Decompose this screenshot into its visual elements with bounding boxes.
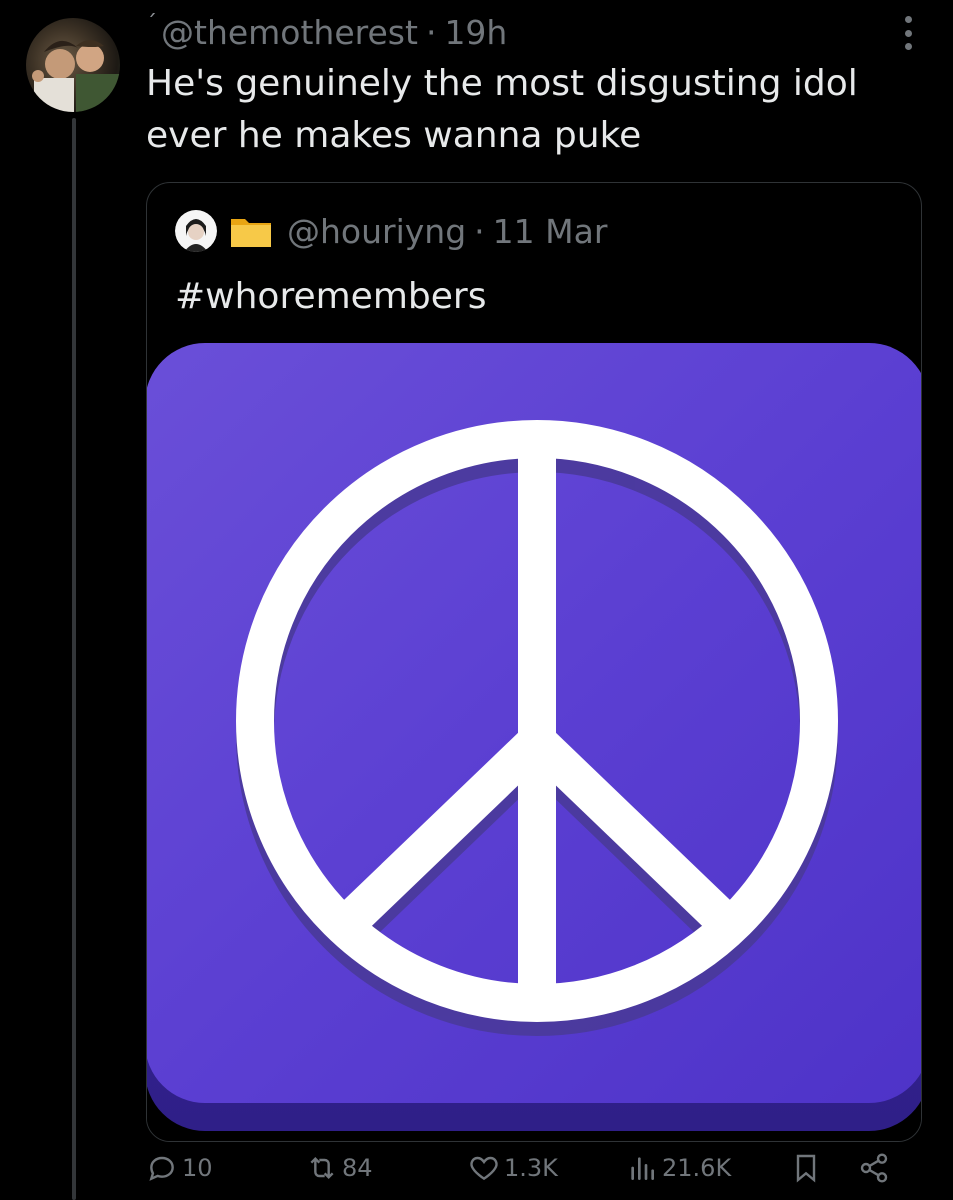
folder-icon xyxy=(231,219,271,247)
heart-icon xyxy=(470,1156,498,1181)
quote-avatar[interactable] xyxy=(175,210,217,252)
tweet-header: ´ @themotherest · 19h xyxy=(146,10,507,54)
verified-mark: ´ xyxy=(146,12,157,37)
reply-button[interactable]: 10 xyxy=(146,1145,213,1191)
separator-dot: · xyxy=(474,211,485,251)
views-icon xyxy=(631,1157,654,1180)
bookmark-button[interactable] xyxy=(790,1145,826,1191)
like-count: 1.3K xyxy=(504,1154,558,1182)
bookmark-icon xyxy=(796,1154,816,1183)
quote-header: @houriyng · 11 Mar xyxy=(175,209,607,253)
quote-date[interactable]: 11 Mar xyxy=(493,212,608,251)
media-image[interactable] xyxy=(147,343,921,1141)
quote-author-handle[interactable]: @houriyng xyxy=(287,212,466,251)
timestamp[interactable]: 19h xyxy=(444,13,507,52)
thread-line xyxy=(72,118,76,1200)
like-button[interactable]: 1.3K xyxy=(468,1145,558,1191)
avatar[interactable] xyxy=(26,18,120,112)
views-button[interactable]: 21.6K xyxy=(626,1145,731,1191)
author-handle[interactable]: @themotherest xyxy=(161,13,418,52)
repost-button[interactable]: 84 xyxy=(306,1145,373,1191)
tweet-text: He's genuinely the most disgusting idol … xyxy=(146,63,858,156)
more-vertical-icon[interactable] xyxy=(901,16,915,50)
action-bar: 10 84 1.3K 21.6K xyxy=(146,1145,912,1191)
share-icon xyxy=(860,1153,888,1183)
separator-dot: · xyxy=(425,12,437,52)
repost-count: 84 xyxy=(342,1154,373,1182)
reply-count: 10 xyxy=(182,1154,213,1182)
repost-icon xyxy=(310,1156,334,1180)
quote-text[interactable]: #whoremembers xyxy=(175,275,486,319)
quote-tweet-card[interactable]: @houriyng · 11 Mar #whoremembers xyxy=(146,182,922,1142)
share-button[interactable] xyxy=(858,1145,894,1191)
reply-icon xyxy=(149,1156,174,1181)
views-count: 21.6K xyxy=(662,1154,732,1182)
